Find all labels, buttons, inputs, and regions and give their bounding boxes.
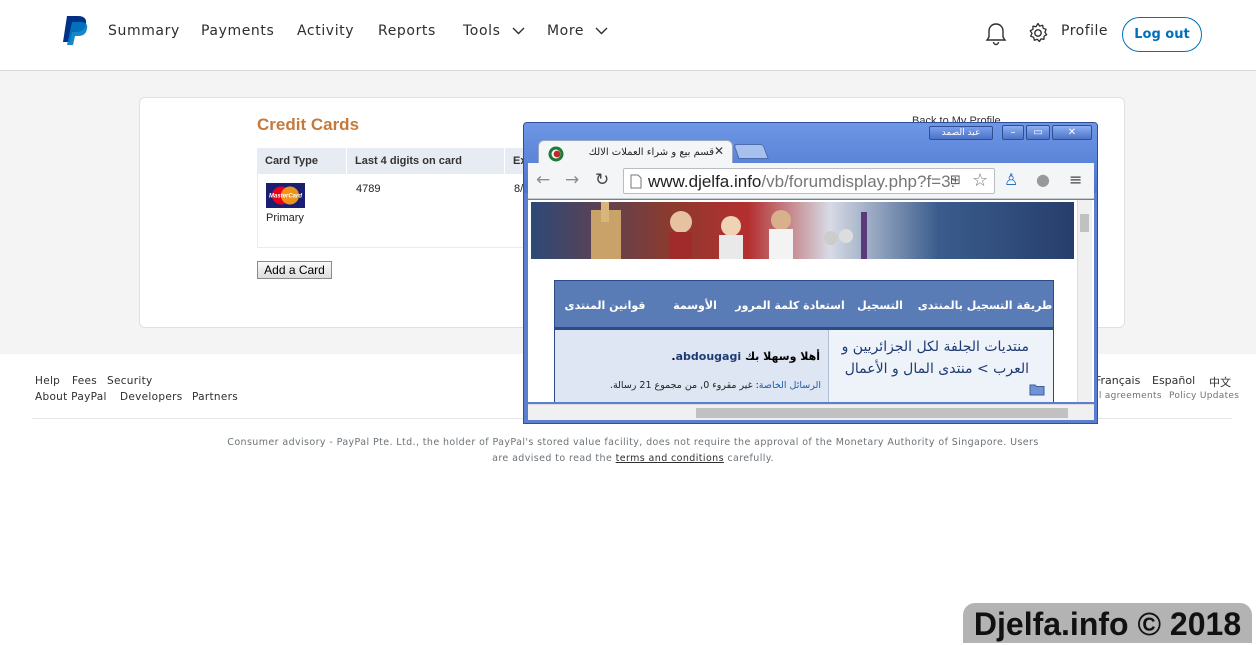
terms-link[interactable]: terms and conditions	[616, 453, 724, 464]
site-favicon	[548, 146, 564, 162]
column-header: Last 4 digits on card	[347, 148, 505, 174]
chevron-down-icon	[512, 27, 525, 35]
nav-tools[interactable]: Tools	[463, 23, 525, 39]
paypal-logo[interactable]	[61, 14, 91, 46]
footer-legal-agreements[interactable]: al agreements	[1093, 391, 1162, 401]
bell-icon[interactable]	[985, 22, 1007, 46]
folder-icon	[1029, 384, 1045, 396]
url-text: www.djelfa.info/vb/forumdisplay.php?f=3:	[648, 172, 955, 192]
new-tab-button[interactable]	[733, 144, 769, 159]
footer-link-help[interactable]: Help	[35, 375, 60, 387]
close-tab-icon[interactable]: ✕	[714, 144, 724, 158]
page-icon	[630, 174, 642, 189]
profile-link[interactable]: Profile	[1061, 23, 1108, 39]
nav-medals[interactable]: الأوسمة	[655, 281, 735, 329]
chevron-down-icon	[595, 27, 608, 35]
forum-nav-bar: قوانين المنتدى الأوسمة استعادة كلمة المر…	[554, 280, 1054, 328]
nav-password-recovery[interactable]: استعادة كلمة المرور	[735, 281, 845, 329]
nav-summary[interactable]: Summary	[108, 23, 180, 39]
url-domain: www.djelfa.info	[648, 172, 762, 191]
vertical-scroll-thumb[interactable]	[1080, 214, 1089, 232]
add-card-button[interactable]: Add a Card	[257, 261, 332, 279]
lang-spanish[interactable]: Español	[1152, 374, 1195, 387]
private-messages-link[interactable]: الرسائل الخاصة	[759, 380, 821, 391]
footer-policy-updates[interactable]: Policy Updates	[1169, 391, 1239, 401]
gear-icon[interactable]	[1027, 22, 1049, 44]
nav-forum-rules[interactable]: قوانين المنتدى	[555, 281, 655, 329]
mastercard-logo-text: MasterCard	[269, 194, 302, 200]
url-path: /vb/forumdisplay.php?f=3:	[761, 172, 956, 191]
logout-button[interactable]: Log out	[1122, 17, 1202, 52]
close-window-button[interactable]: ✕	[1052, 125, 1092, 140]
card-last4: 4789	[356, 183, 381, 195]
nav-activity[interactable]: Activity	[297, 23, 354, 39]
forum-banner-image	[531, 202, 1074, 259]
address-bar[interactable]: www.djelfa.info/vb/forumdisplay.php?f=3:…	[623, 168, 995, 194]
card-expiry: 8/	[514, 183, 524, 195]
nav-register[interactable]: التسجيل	[845, 281, 915, 329]
horizontal-scroll-thumb[interactable]	[696, 408, 1068, 418]
tab-title: قسم بيع و شراء العملات الالك	[588, 147, 714, 158]
minimize-button[interactable]: –	[1002, 125, 1024, 140]
footer-link-about[interactable]: About PayPal	[35, 391, 107, 403]
welcome-prefix: أهلا وسهلا بك	[741, 350, 820, 363]
overlay-browser-window[interactable]: عبد الصمد – ▭ ✕ قسم بيع و شراء العملات ا…	[523, 122, 1098, 424]
footer-link-fees[interactable]: Fees	[72, 375, 97, 387]
advisory-text-end: carefully.	[723, 453, 774, 464]
browser-viewport: قوانين المنتدى الأوسمة استعادة كلمة المر…	[528, 200, 1094, 402]
extension-icon[interactable]: ♙	[1004, 170, 1018, 189]
nav-payments[interactable]: Payments	[201, 23, 274, 39]
column-header: Card Type	[257, 148, 347, 174]
bookmark-star-icon[interactable]: ☆	[972, 170, 988, 191]
forward-arrow-icon[interactable]: →	[565, 170, 579, 190]
nav-reports[interactable]: Reports	[378, 23, 436, 39]
private-messages-status: الرسائل الخاصة: غير مقروء 0, من مجموع 21…	[559, 380, 821, 391]
forum-info-panel: أهلا وسهلا بك abdougagi. الرسائل الخاصة:…	[554, 328, 1054, 402]
horizontal-scrollbar[interactable]	[528, 404, 1094, 420]
welcome-message: أهلا وسهلا بك abdougagi.	[565, 350, 820, 363]
consumer-advisory: Consumer advisory - PayPal Pte. Ltd., th…	[220, 435, 1046, 467]
back-arrow-icon[interactable]: ←	[536, 170, 550, 190]
forum-banner-art	[591, 202, 867, 259]
footer-link-developers[interactable]: Developers	[120, 391, 182, 403]
menu-icon[interactable]: ≡	[1069, 170, 1082, 189]
private-messages-count: : غير مقروء 0, من مجموع 21 رسالة.	[609, 380, 759, 391]
breadcrumb[interactable]: منتديات الجلفة لكل الجزائريين و العرب > …	[839, 336, 1029, 380]
username-link[interactable]: abdougagi	[676, 350, 742, 363]
profile-user-tag[interactable]: عبد الصمد	[929, 126, 993, 140]
top-header: Summary Payments Activity Reports Tools …	[0, 0, 1256, 71]
nav-more[interactable]: More	[547, 23, 608, 39]
nav-tools-label: Tools	[463, 23, 501, 39]
footer-link-security[interactable]: Security	[107, 375, 153, 387]
nav-registration-guide[interactable]: طريقة التسجيل بالمنتدى	[915, 281, 1055, 329]
page-title: Credit Cards	[257, 115, 360, 134]
maximize-button[interactable]: ▭	[1026, 125, 1050, 140]
nav-more-label: More	[547, 23, 585, 39]
browser-tab[interactable]: قسم بيع و شراء العملات الالك ✕	[538, 140, 733, 164]
lang-chinese[interactable]: 中文	[1209, 374, 1231, 390]
extension-bubble-icon[interactable]: ●	[1036, 170, 1050, 189]
card-status: Primary	[266, 212, 304, 224]
browser-toolbar: ← → ↻ www.djelfa.info/vb/forumdisplay.ph…	[528, 163, 1094, 199]
mastercard-logo: MasterCard	[266, 183, 305, 208]
breadcrumb-panel: منتديات الجلفة لكل الجزائريين و العرب > …	[828, 330, 1053, 402]
cards-table-header: Card Type Last 4 digits on card Ex	[257, 148, 537, 174]
lang-french[interactable]: Français	[1095, 374, 1140, 387]
watermark: Djelfa.info © 2018	[963, 603, 1252, 643]
translate-icon[interactable]: ⊞	[950, 173, 961, 188]
footer-link-partners[interactable]: Partners	[192, 391, 238, 403]
reload-icon[interactable]: ↻	[595, 170, 609, 190]
